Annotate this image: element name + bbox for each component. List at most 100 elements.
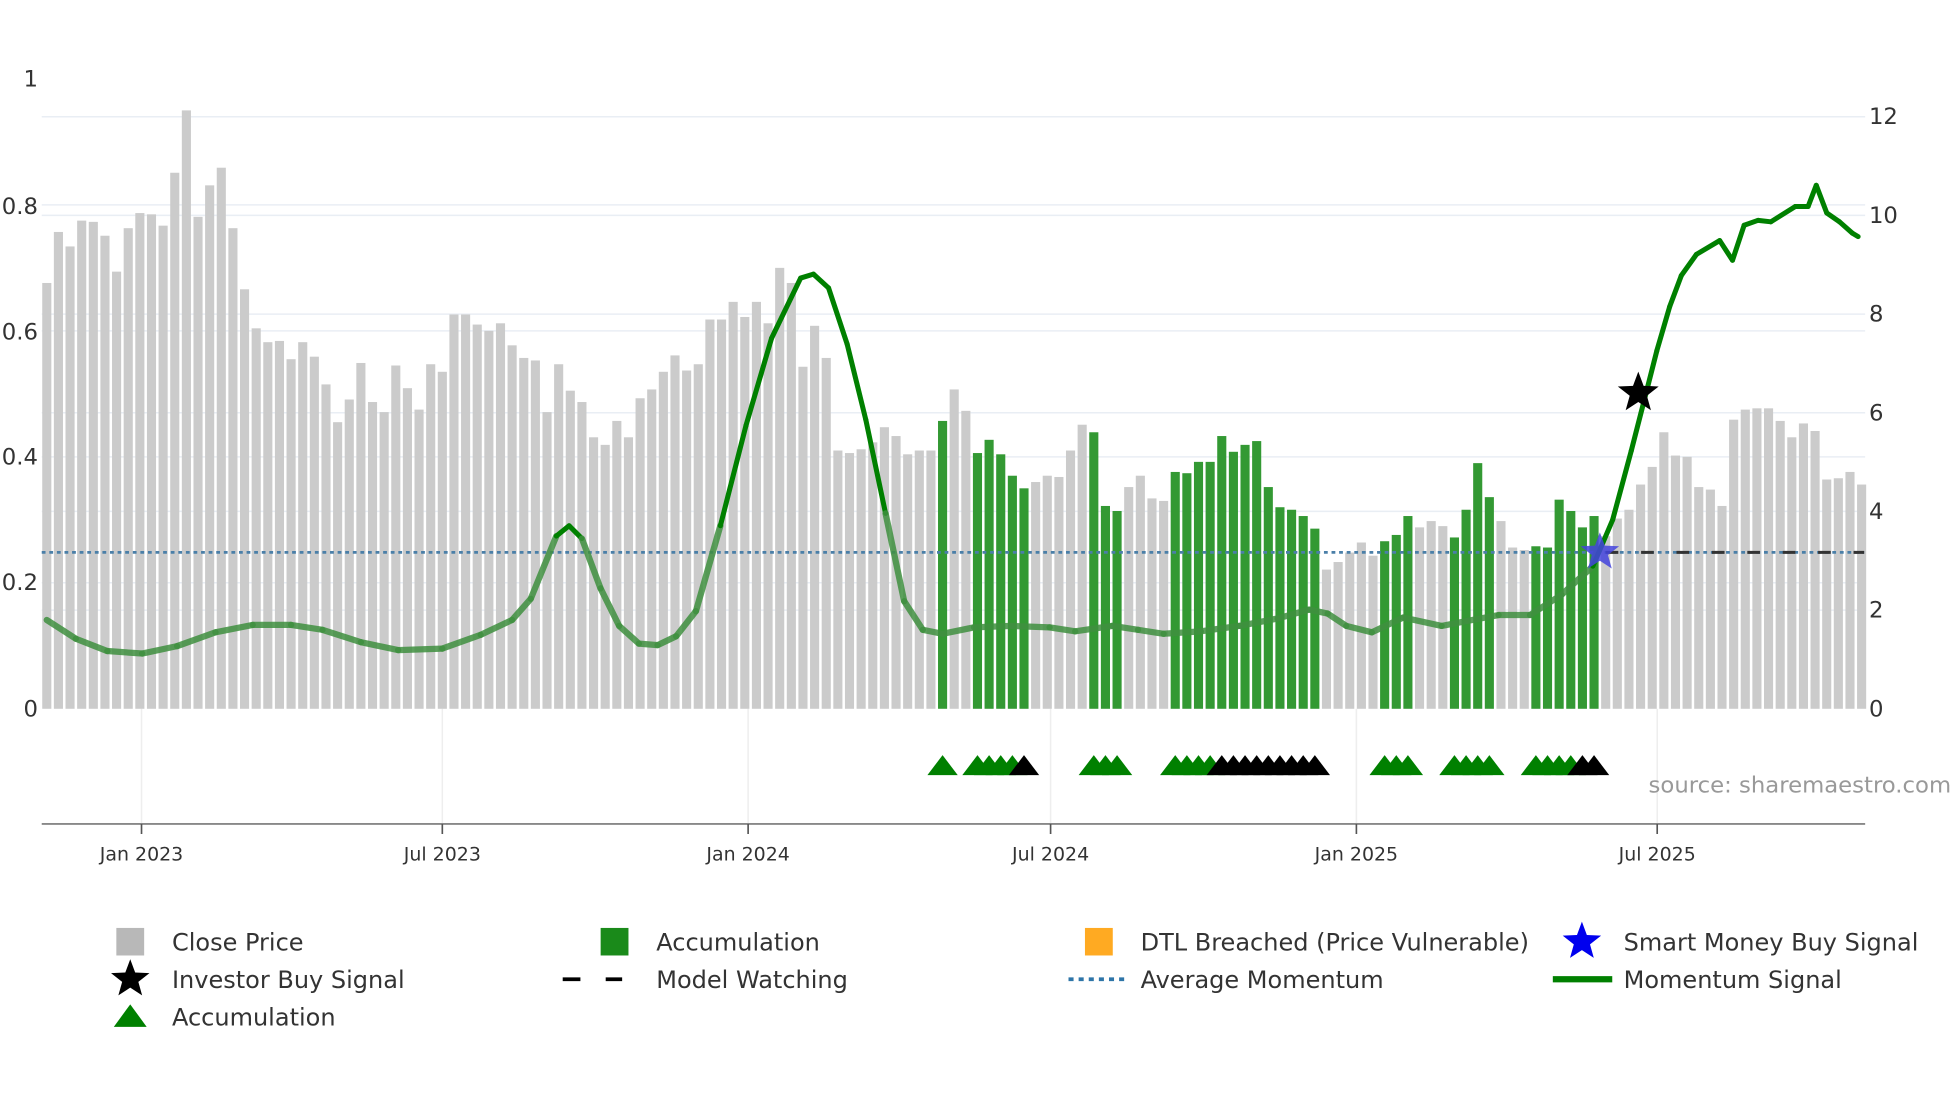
close-price-bar [274,340,285,709]
accumulation-bar [1275,507,1285,709]
legend-square-icon [600,927,629,956]
close-price-bar [1775,420,1785,709]
legend-item: Model Watching [562,966,848,994]
legend-label: Accumulation [656,929,820,957]
close-price-bar [1694,487,1704,709]
close-price-bar [251,328,261,709]
legend-item: Average Momentum [1068,966,1384,994]
accumulation-bar [1252,441,1262,709]
close-price-bar [1624,509,1634,709]
accumulation-bar [972,453,983,709]
close-price-bar [1717,505,1727,709]
momentum-segment [1849,230,1861,240]
legend-item: Smart Money Buy Signal [1562,921,1918,958]
legend-star-icon [111,959,150,996]
close-price-bar [1031,482,1041,709]
close-price-bar [879,427,889,709]
accumulation-bar [1531,546,1541,709]
close-price-bar [926,450,936,709]
close-price-bar [623,437,634,709]
close-price-bar [1333,562,1343,709]
momentum-segment [826,285,850,347]
accumulation-bar [1240,444,1250,709]
close-price-bar [1135,475,1145,709]
close-price-bar [53,231,63,709]
close-price-bar [1077,424,1087,709]
close-price-bar [670,355,680,709]
accumulation-markers [927,755,1610,776]
close-price-bar [367,402,378,709]
x-axis-tick-label: Jul 2024 [1011,843,1089,865]
accumulation-bar [1566,510,1576,709]
legend-star-icon [1562,921,1602,958]
momentum-segment [1109,622,1142,633]
legend-label: Momentum Signal [1624,966,1842,994]
close-price-bar [1065,450,1076,709]
momentum-segment [1717,238,1736,263]
accumulation-bar [1170,471,1180,709]
close-price-bar [42,282,52,709]
close-price-bar [1519,550,1529,709]
accumulation-bar [996,454,1006,709]
accumulation-bar [1193,461,1204,709]
close-price-bar [903,454,913,709]
accumulation-bar [1100,505,1110,709]
close-price-bar [1356,542,1366,709]
close-price-bar [1659,432,1669,709]
close-price-bar [775,267,785,709]
close-price-bar [472,324,482,709]
close-price-bar [391,365,401,709]
close-price-bar [740,316,750,709]
right-axis-tick-label: 6 [1869,400,1883,426]
legend-label: Investor Buy Signal [172,966,405,994]
accumulation-bar [1217,436,1227,709]
accumulation-bar [1089,432,1099,709]
accumulation-bar [1484,497,1494,709]
right-axis-tick-label: 12 [1869,104,1898,130]
close-price-bar [112,271,122,709]
close-price-bar [612,420,622,709]
close-price-bar [1845,471,1855,709]
right-axis-tick-label: 4 [1869,499,1883,525]
close-price-bar [693,364,703,709]
accumulation-bar [1228,451,1238,709]
close-price-bar [798,366,808,709]
close-price-bar [146,214,157,709]
close-price-bar [530,360,540,709]
close-price-bar [507,345,517,709]
legend-item: Accumulation [600,927,820,957]
x-axis-tick-label: Jul 2025 [1618,843,1696,865]
close-price-bar [647,389,657,709]
close-price-bar [1798,423,1809,709]
accumulation-bar [1542,547,1553,709]
left-axis-tick-label: 0.2 [2,570,38,596]
accumulation-bar [1112,510,1122,709]
left-axis-tick-label: 0.8 [2,194,38,220]
close-price-bar [309,356,319,709]
close-price-bar [170,172,180,709]
x-axis-tick-label: Jan 2025 [1314,843,1398,865]
left-axis-tick-label: 0 [23,696,37,722]
close-price-bar [1147,498,1157,709]
accumulation-bar [984,439,994,709]
accumulation-bar [1554,499,1564,709]
close-price-bar [181,110,191,709]
close-price-bar [437,371,447,709]
close-price-bar [519,357,529,709]
x-axis-tick-label: Jan 2024 [705,843,789,865]
momentum-segment [1160,628,1204,637]
close-price-bar [1124,487,1134,709]
momentum-segment [1654,304,1673,354]
close-price-bar [344,399,354,709]
close-price-bar [495,323,506,709]
close-price-bar [868,442,878,709]
accumulation-bar [1310,528,1320,709]
momentum-segment [1610,448,1634,523]
close-price-bar [379,412,389,709]
momentum-segment [1729,222,1747,263]
legend-item: DTL Breached (Price Vulnerable) [1084,927,1529,956]
close-price-bar [1042,475,1052,709]
accumulation-bar [1205,461,1215,709]
close-price-bar [810,325,820,709]
right-axis-tick-label: 0 [1869,696,1883,722]
